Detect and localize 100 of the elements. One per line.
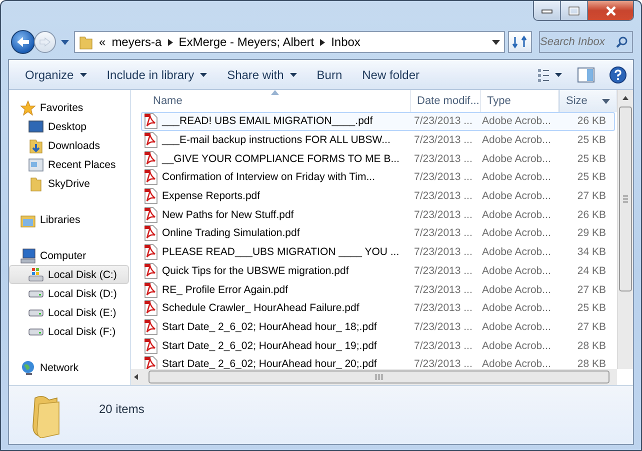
item-count: 20 items [99,402,144,416]
file-row[interactable]: PLEASE READ___UBS MIGRATION ____ YOU ... 7/23/2013 ... Adobe Acrob... 34 KB [141,242,615,262]
file-row[interactable]: __GIVE YOUR COMPLIANCE FORMS TO ME B... 7/23/2013 ... Adobe Acrob... 25 KB [141,149,615,168]
disk-drive-icon [28,290,44,298]
recent-places-icon [28,156,44,172]
horizontal-scrollbar[interactable] [131,369,617,385]
file-row[interactable]: Start Date_ 2_6_02; HourAhead hour_ 18;.pdf 7/23/2013 ... Adobe Acrob... 27 KB [141,318,615,336]
search-icon[interactable] [616,36,628,48]
toolbar-button[interactable]: Include in library [98,64,216,84]
file-size: 25 KB [576,134,607,146]
file-name: Expense Reports.pdf [162,190,260,202]
minimize-button[interactable] [534,1,561,20]
toolbar-button[interactable]: Organize [17,64,95,84]
file-size: 27 KB [576,284,607,296]
recent-pages-caret-icon[interactable] [61,40,69,44]
pdf-file-icon [144,132,158,148]
nav-item[interactable]: Local Disk (C:) [9,265,129,284]
file-name: New Paths for New Stuff.pdf [162,208,294,221]
back-button[interactable] [11,30,35,54]
file-row[interactable]: Confirmation of Interview on Friday with Tim... 7/23/2013 ... Adobe Acrob... 25 KB [141,168,615,187]
refresh-button[interactable] [508,31,532,53]
toolbar-button[interactable]: Burn [308,64,350,84]
file-name: ___READ! UBS EMAIL MIGRATION____.pdf [162,115,373,128]
nav-item[interactable]: SkyDrive [9,174,129,193]
breadcrumb[interactable]: meyers-a [112,35,162,49]
nav-item[interactable]: Favorites [9,98,129,117]
breadcrumb-arrow-icon[interactable] [320,38,326,46]
file-size: 27 KB [576,320,607,333]
file-name: Online Trading Simulation.pdf [162,227,300,240]
file-row[interactable]: RE_ Profile Error Again.pdf 7/23/2013 ... Adobe Acrob... 27 KB [141,280,615,299]
file-type: Adobe Acrob... [481,115,552,128]
nav-item[interactable]: Local Disk (E:) [9,303,129,322]
caret-icon [80,72,87,76]
file-name: Start Date_ 2_6_02; HourAhead hour_ 20;.pdf [162,358,377,370]
download-folder-icon [28,138,44,154]
file-size: 28 KB [576,340,607,352]
breadcrumb[interactable]: ExMerge - Meyers; Albert [178,35,314,49]
nav-item[interactable]: Libraries [9,210,129,229]
pdf-file-icon [144,150,158,167]
date-modified: 7/23/2013 ... [413,358,474,370]
minimize-icon [541,8,553,14]
caret-icon [290,72,297,76]
column-dropdown-icon[interactable] [602,98,610,104]
nav-item[interactable]: Computer [9,246,129,265]
breadcrumb[interactable]: Inbox [331,35,360,49]
help-icon[interactable] [609,66,627,84]
file-row[interactable]: Quick Tips for the UBSWE migration.pdf 7/23/2013 ... Adobe Acrob... 24 KB [141,262,615,280]
nav-item[interactable]: Local Disk (D:) [9,284,129,303]
file-size: 34 KB [576,246,607,258]
file-row[interactable]: ___READ! UBS EMAIL MIGRATION____.pdf 7/23/2013 ... Adobe Acrob... 26 KB [141,112,615,131]
file-type: Adobe Acrob... [481,340,552,352]
caret-icon [200,72,208,76]
breadcrumb-overflow[interactable]: « [99,35,106,49]
view-options-icon[interactable] [537,68,563,82]
pdf-file-icon [144,206,158,223]
pdf-file-icon [144,300,158,316]
file-type: Adobe Acrob... [481,358,552,370]
search-field[interactable]: Search Inbox [539,31,633,53]
maximize-icon [568,6,580,16]
nav-item[interactable]: Recent Places [9,155,129,174]
column-header[interactable]: Size [559,90,617,112]
file-type: Adobe Acrob... [481,190,552,202]
nav-item[interactable]: Downloads [9,136,129,155]
file-row[interactable]: New Paths for New Stuff.pdf 7/23/2013 ... Adobe Acrob... 26 KB [141,205,615,224]
nav-item[interactable]: Desktop [9,117,129,136]
file-type: Adobe Acrob... [481,320,552,333]
file-row[interactable]: ___E-mail backup instructions FOR ALL UBSW... 7/23/2013 ... Adobe Acrob... 25 KB [141,130,615,150]
preview-pane-icon[interactable] [577,66,595,82]
file-size: 25 KB [576,171,607,184]
file-size: 25 KB [576,152,607,165]
file-row[interactable]: Start Date_ 2_6_02; HourAhead hour_ 19;.pdf 7/23/2013 ... Adobe Acrob... 28 KB [141,336,615,355]
file-name: Start Date_ 2_6_02; HourAhead hour_ 19;.pdf [162,340,377,352]
pdf-file-icon [144,225,158,242]
file-size: 26 KB [576,208,607,221]
pdf-file-icon [144,282,158,298]
system-disk-icon [28,266,44,282]
toolbar-button[interactable]: Share with [219,64,305,84]
vertical-scrollbar[interactable] [617,90,633,369]
file-type: Adobe Acrob... [481,227,552,240]
breadcrumb-arrow-icon[interactable] [168,38,173,46]
pdf-file-icon [144,318,158,335]
date-modified: 7/23/2013 ... [413,284,474,296]
file-row[interactable]: Online Trading Simulation.pdf 7/23/2013 ... Adobe Acrob... 29 KB [141,224,615,243]
pdf-file-icon [144,244,158,260]
close-button[interactable] [588,1,633,20]
pdf-file-icon [144,188,158,204]
file-name: Confirmation of Interview on Friday with Tim... [162,171,375,184]
maximize-button[interactable] [561,1,588,20]
desktop-icon [28,118,44,134]
nav-item[interactable]: Network [9,358,129,377]
address-dropdown-icon[interactable] [492,40,500,44]
file-name: Schedule Crawler_ HourAhead Failure.pdf [162,302,360,314]
nav-item[interactable]: Local Disk (F:) [9,322,129,341]
file-size: 29 KB [576,227,607,240]
address-bar[interactable]: « meyers-a ExMerge - Meyers; Albert Inbox [74,31,505,53]
file-row[interactable]: Expense Reports.pdf 7/23/2013 ... Adobe Acrob... 27 KB [141,186,615,206]
network-icon [20,360,36,376]
file-row[interactable]: Schedule Crawler_ HourAhead Failure.pdf 7/23/2013 ... Adobe Acrob... 25 KB [141,298,615,318]
toolbar-button[interactable]: New folder [354,64,428,84]
back-arrow-icon [16,36,30,48]
